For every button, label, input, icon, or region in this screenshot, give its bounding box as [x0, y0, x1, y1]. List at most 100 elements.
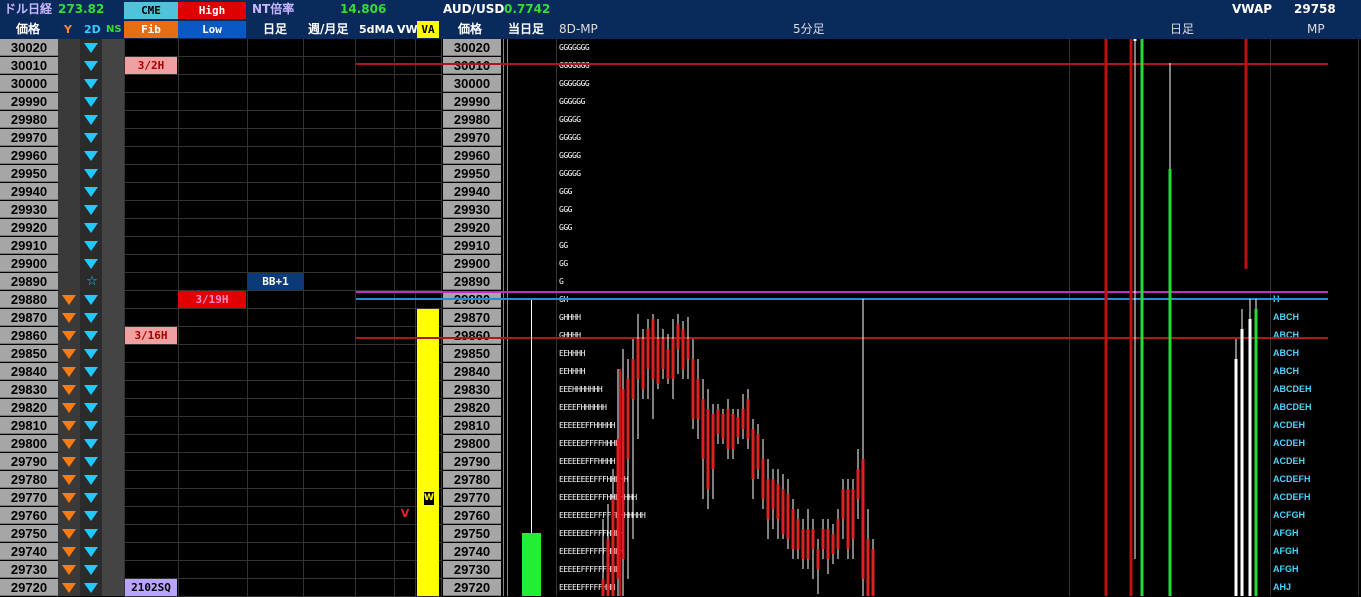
price-cell-2[interactable]: 29890 [443, 273, 501, 290]
price-cell-2[interactable]: 29900 [443, 255, 501, 272]
price-cell[interactable]: 29850 [0, 345, 58, 362]
price-cell[interactable]: 29800 [0, 435, 58, 452]
2d-down-arrow-icon [84, 187, 98, 197]
price-cell-2[interactable]: 29930 [443, 201, 501, 218]
level-2102sq: 2102SQ [125, 579, 177, 596]
price-cell[interactable]: 29860 [0, 327, 58, 344]
row-divider [124, 524, 441, 525]
price-cell-2[interactable]: 30010 [443, 57, 501, 74]
y-down-arrow-icon [62, 583, 76, 593]
price-cell[interactable]: 29870 [0, 309, 58, 326]
price-cell[interactable]: 29780 [0, 471, 58, 488]
2d-down-arrow-icon [84, 259, 98, 269]
candlestick-chart [601, 39, 1258, 596]
2d-down-arrow-icon [84, 97, 98, 107]
candle-body [736, 417, 740, 437]
level-3-16h: 3/16H [125, 327, 177, 344]
price-cell[interactable]: 29880 [0, 291, 58, 308]
row-divider [124, 236, 441, 237]
price-cell-2[interactable]: 29760 [443, 507, 501, 524]
price-cell-2[interactable]: 29950 [443, 165, 501, 182]
2d-down-arrow-icon [84, 223, 98, 233]
candle-body [801, 529, 805, 559]
price-cell-2[interactable]: 29810 [443, 417, 501, 434]
2d-down-arrow-icon [84, 439, 98, 449]
price-cell-2[interactable]: 29860 [443, 327, 501, 344]
row-divider [124, 182, 441, 183]
price-cell-2[interactable]: 29830 [443, 381, 501, 398]
price-cell[interactable]: 29810 [0, 417, 58, 434]
y-down-arrow-icon [62, 547, 76, 557]
price-cell-2[interactable]: 30000 [443, 75, 501, 92]
daily-body [1168, 169, 1172, 596]
price-cell[interactable]: 29750 [0, 525, 58, 542]
price-cell[interactable]: 29720 [0, 579, 58, 596]
price-cell-2[interactable]: 29970 [443, 129, 501, 146]
price-cell-2[interactable]: 29800 [443, 435, 501, 452]
price-cell[interactable]: 29900 [0, 255, 58, 272]
price-cell-2[interactable]: 29990 [443, 93, 501, 110]
2d-down-arrow-icon [84, 43, 98, 53]
price-cell-2[interactable]: 29920 [443, 219, 501, 236]
price-cell-2[interactable]: 29740 [443, 543, 501, 560]
row-divider [124, 74, 441, 75]
price-cell-2[interactable]: 29770 [443, 489, 501, 506]
price-cell[interactable]: 29910 [0, 237, 58, 254]
y-down-arrow-icon [62, 493, 76, 503]
candle-body [836, 519, 840, 549]
price-cell[interactable]: 29760 [0, 507, 58, 524]
daily-body [1254, 309, 1258, 596]
candle-body [791, 509, 795, 549]
price-cell[interactable]: 29730 [0, 561, 58, 578]
5min-header: 5分足 [793, 22, 825, 36]
daily-header-2: 日足 [1170, 22, 1195, 36]
price-cell-2[interactable]: 29750 [443, 525, 501, 542]
price-cell[interactable]: 29950 [0, 165, 58, 182]
2d-down-arrow-icon [84, 331, 98, 341]
price-cell-2[interactable]: 29780 [443, 471, 501, 488]
price-cell[interactable]: 29740 [0, 543, 58, 560]
price-cell[interactable]: 29820 [0, 399, 58, 416]
price-cell[interactable]: 29930 [0, 201, 58, 218]
y-down-arrow-icon [62, 313, 76, 323]
candle-body [841, 489, 845, 519]
price-cell[interactable]: 29890 [0, 273, 58, 290]
price-cell-2[interactable]: 29840 [443, 363, 501, 380]
price-cell-2[interactable]: 29850 [443, 345, 501, 362]
price-cell-2[interactable]: 29940 [443, 183, 501, 200]
price-cell[interactable]: 29970 [0, 129, 58, 146]
price-cell-2[interactable]: 29820 [443, 399, 501, 416]
candle-body [731, 414, 735, 449]
price-cell-2[interactable]: 29790 [443, 453, 501, 470]
price-cell-2[interactable]: 29870 [443, 309, 501, 326]
price-cell-2[interactable]: 29960 [443, 147, 501, 164]
price-cell[interactable]: 29960 [0, 147, 58, 164]
price-cell-2[interactable]: 29720 [443, 579, 501, 596]
price-cell[interactable]: 30000 [0, 75, 58, 92]
price-cell-2[interactable]: 29730 [443, 561, 501, 578]
candle-body [846, 489, 850, 549]
price-cell[interactable]: 30010 [0, 57, 58, 74]
candle-body [631, 359, 635, 399]
2d-down-arrow-icon [84, 493, 98, 503]
price-cell[interactable]: 29770 [0, 489, 58, 506]
price-cell[interactable]: 30020 [0, 39, 58, 56]
candle-body [871, 549, 875, 596]
2d-header: 2D [84, 23, 101, 36]
price-cell-2[interactable]: 30020 [443, 39, 501, 56]
level-3-19h: 3/19H [178, 291, 246, 308]
price-cell-2[interactable]: 29980 [443, 111, 501, 128]
price-cell[interactable]: 29920 [0, 219, 58, 236]
2d-down-arrow-icon [84, 313, 98, 323]
price-cell[interactable]: 29990 [0, 93, 58, 110]
price-cell[interactable]: 29830 [0, 381, 58, 398]
price-cell[interactable]: 29840 [0, 363, 58, 380]
2d-down-arrow-icon [84, 367, 98, 377]
price-cell[interactable]: 29790 [0, 453, 58, 470]
daily-body [1244, 39, 1248, 269]
price-cell[interactable]: 29940 [0, 183, 58, 200]
price-cell-2[interactable]: 29910 [443, 237, 501, 254]
today-header: 当日足 [508, 22, 545, 36]
grid-vline [247, 39, 248, 596]
price-cell[interactable]: 29980 [0, 111, 58, 128]
